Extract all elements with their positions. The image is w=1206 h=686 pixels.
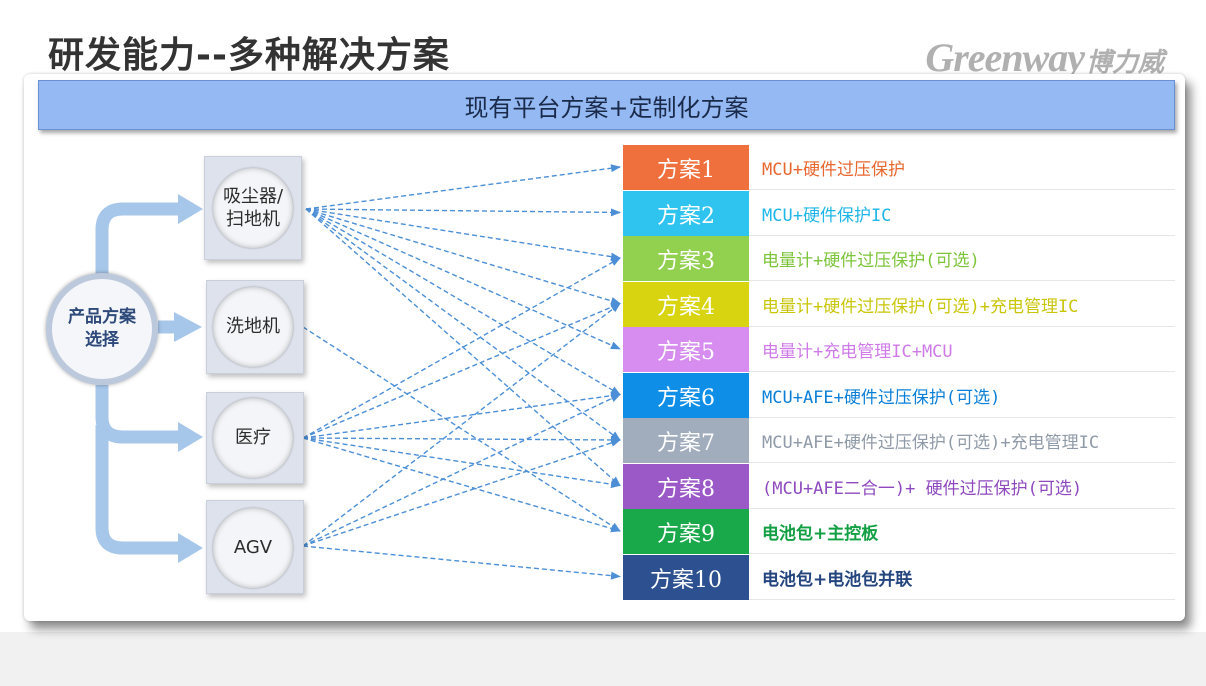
scheme-label-8[interactable]: 方案8 xyxy=(623,464,749,509)
trunk-arrowhead-floor-washer xyxy=(174,312,202,342)
scheme-label-1[interactable]: 方案1 xyxy=(623,145,749,190)
product-medical-label: 医疗 xyxy=(235,427,271,449)
scheme-label-5[interactable]: 方案5 xyxy=(623,327,749,372)
scheme-label-6[interactable]: 方案6 xyxy=(623,373,749,418)
root-node-line2: 选择 xyxy=(85,330,119,350)
trunk-arrow-medical xyxy=(95,385,180,444)
root-node-line1: 产品方案 xyxy=(68,307,136,328)
scheme-label-9[interactable]: 方案9 xyxy=(623,509,749,554)
scheme-description-1: MCU+硬件过压保护 xyxy=(749,145,1175,190)
trunk-arrowhead-agv xyxy=(178,533,203,563)
connection-vacuum-to-scheme-8 xyxy=(305,208,621,487)
scheme-description-4: 电量计+硬件过压保护(可选)+充电管理IC xyxy=(749,282,1175,327)
connection-medical-to-scheme-3 xyxy=(302,257,621,439)
scheme-description-10: 电池包+电池包并联 xyxy=(749,555,1175,600)
connection-vacuum-to-scheme-2 xyxy=(305,208,621,217)
scheme-description-9: 电池包+主控板 xyxy=(749,509,1175,554)
scheme-label-4[interactable]: 方案4 xyxy=(623,282,749,327)
scheme-label-7[interactable]: 方案7 xyxy=(623,418,749,463)
product-floor-washer-label: 洗地机 xyxy=(226,316,280,338)
trunk-arrowhead-vacuum xyxy=(178,194,203,224)
product-node-vacuum[interactable]: 吸尘器/ 扫地机 xyxy=(213,168,293,248)
connection-floor-washer-to-scheme-9 xyxy=(302,326,621,532)
connection-vacuum-to-scheme-3 xyxy=(305,208,621,261)
connection-vacuum-to-scheme-4 xyxy=(305,208,621,305)
scheme-label-2[interactable]: 方案2 xyxy=(623,191,749,236)
scheme-description-8: (MCU+AFE二合一)+ 硬件过压保护(可选) xyxy=(749,464,1175,509)
connection-agv-to-scheme-4 xyxy=(302,302,621,547)
connection-medical-to-scheme-7 xyxy=(302,435,621,444)
product-to-scheme-lines xyxy=(302,164,621,580)
product-agv-label: AGV xyxy=(233,537,273,559)
product-node-medical[interactable]: 医疗 xyxy=(213,398,293,478)
product-vacuum-line1: 吸尘器/ xyxy=(222,185,284,207)
connection-vacuum-to-scheme-7 xyxy=(305,208,621,441)
trunk-arrowhead-medical xyxy=(178,422,203,452)
scheme-description-7: MCU+AFE+硬件过压保护(可选)+充电管理IC xyxy=(749,418,1175,463)
scheme-description-2: MCU+硬件保护IC xyxy=(749,191,1175,236)
connection-vacuum-to-scheme-1 xyxy=(305,164,621,210)
root-node-product-selection: 产品方案 选择 xyxy=(46,273,158,385)
product-node-agv[interactable]: AGV xyxy=(213,508,293,588)
scheme-label-10[interactable]: 方案10 xyxy=(623,555,749,600)
scheme-description-3: 电量计+硬件过压保护(可选) xyxy=(749,236,1175,281)
product-vacuum-line2: 扫地机 xyxy=(225,209,280,230)
connection-agv-to-scheme-10 xyxy=(302,545,621,580)
scheme-label-3[interactable]: 方案3 xyxy=(623,236,749,281)
connection-medical-to-scheme-6 xyxy=(302,391,621,439)
connection-vacuum-to-scheme-5 xyxy=(305,208,621,350)
connection-medical-to-scheme-8 xyxy=(302,437,621,489)
scheme-description-6: MCU+AFE+硬件过压保护(可选) xyxy=(749,373,1175,418)
connection-medical-to-scheme-9 xyxy=(302,437,621,533)
connection-agv-to-scheme-7 xyxy=(302,439,621,547)
connection-vacuum-to-scheme-6 xyxy=(305,208,621,396)
scheme-description-5: 电量计+充电管理IC+MCU xyxy=(749,327,1175,372)
product-node-floor-washer[interactable]: 洗地机 xyxy=(213,287,293,367)
